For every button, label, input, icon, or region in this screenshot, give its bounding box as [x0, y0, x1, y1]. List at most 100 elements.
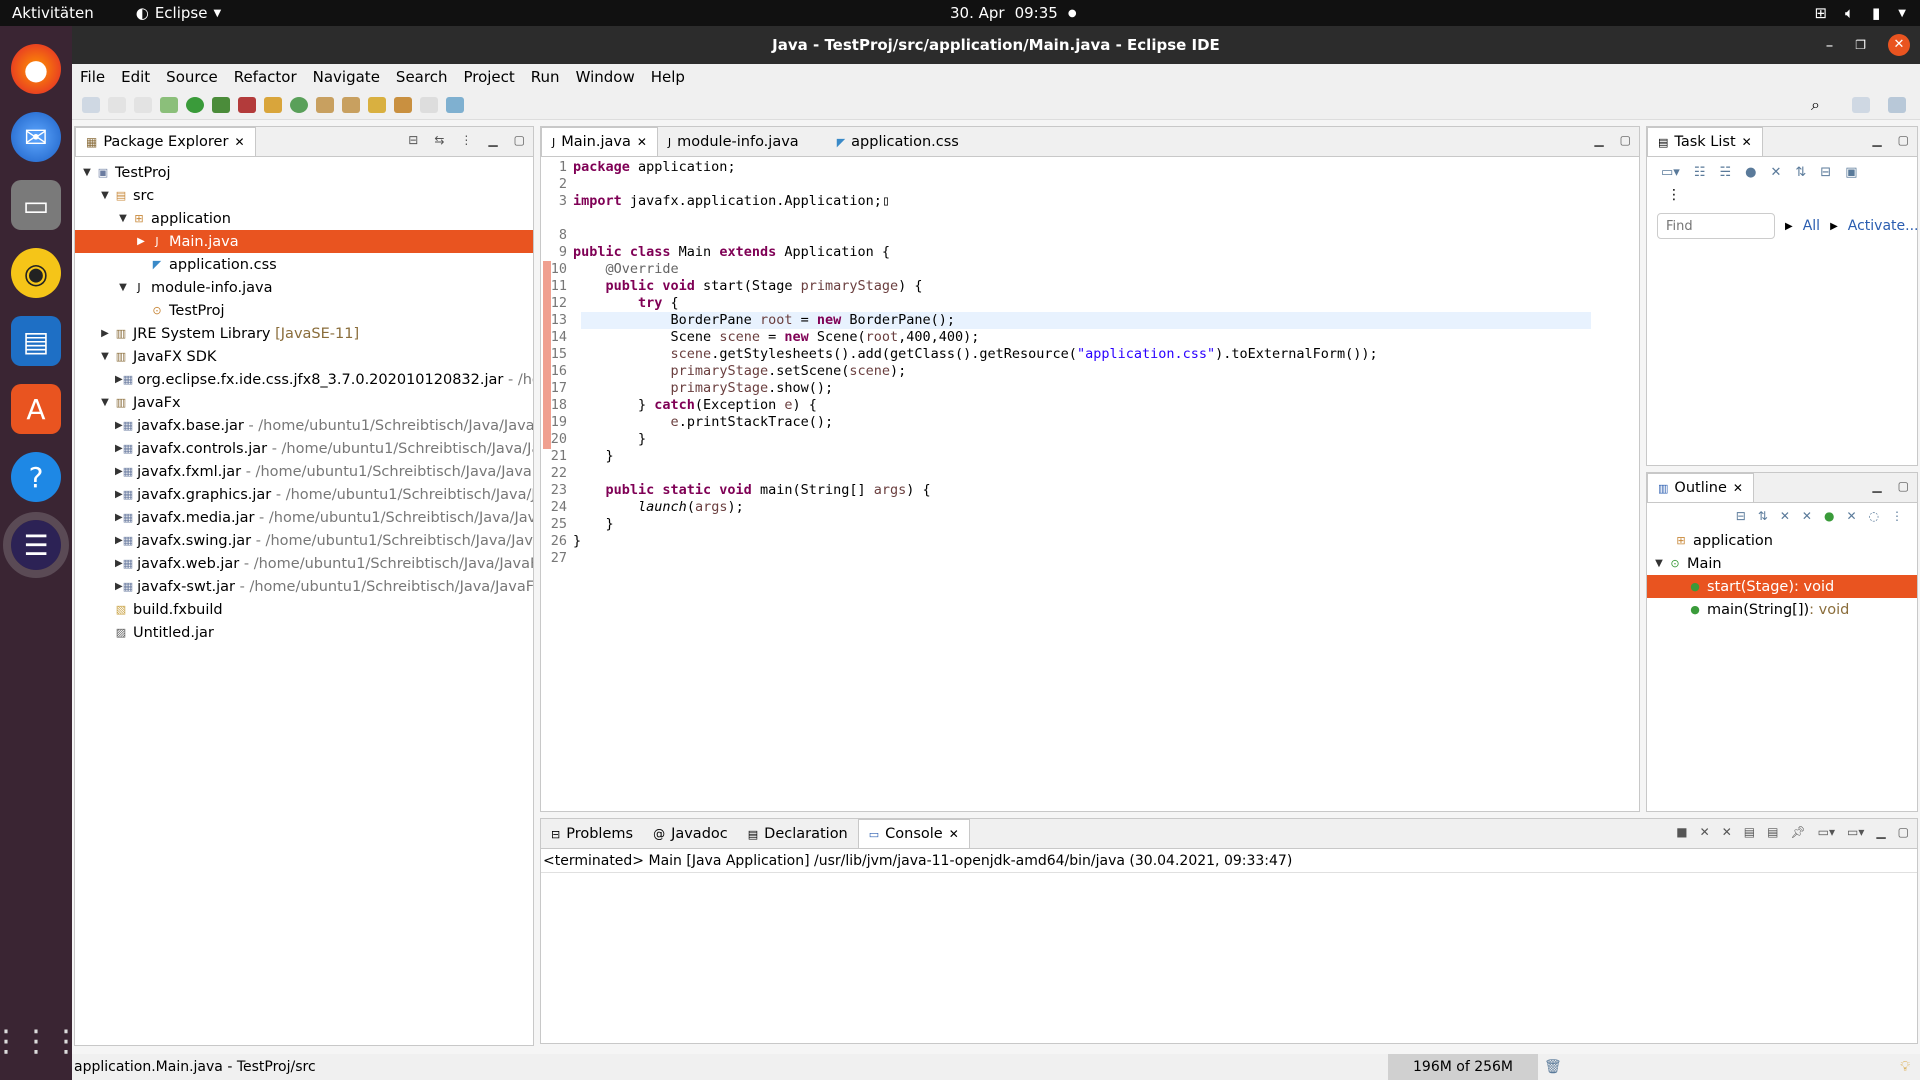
close-tab-icon[interactable]: ✕: [234, 135, 244, 149]
expand-icon[interactable]: ▶: [115, 535, 123, 546]
hide-static-icon[interactable]: ✕: [1802, 509, 1812, 523]
menu-file[interactable]: File: [72, 68, 113, 86]
tree-item[interactable]: ▶ ▥ JRE System Library [JavaSE-11]: [75, 322, 533, 345]
tree-item[interactable]: ▶ ▦ javafx.web.jar - /home/ubuntu1/Schreib…: [75, 552, 533, 575]
maximize-view-icon[interactable]: ▢: [1898, 133, 1909, 147]
tree-item[interactable]: ● main(String[]) : void: [1647, 598, 1917, 621]
tab-main-java[interactable]: J Main.java ✕: [541, 127, 658, 156]
tree-item[interactable]: ▶ ▦ org.eclipse.fx.ide.css.jfx8_3.7.0.2020…: [75, 368, 533, 391]
console-output[interactable]: [541, 873, 1917, 1033]
tree-item[interactable]: ▶ ▦ javafx.fxml.jar - /home/ubuntu1/Schrei…: [75, 460, 533, 483]
tree-item[interactable]: ▶ J Main.java: [75, 230, 533, 253]
scheduled-icon[interactable]: ☵: [1719, 165, 1731, 180]
menu-refactor[interactable]: Refactor: [226, 68, 305, 86]
new-task-icon[interactable]: ▭▾: [1661, 165, 1680, 180]
expand-icon[interactable]: ▶: [115, 466, 123, 477]
collapse-all-icon[interactable]: ⊟: [408, 133, 418, 147]
tab-task-list[interactable]: ▤ Task List ✕: [1647, 127, 1763, 156]
tree-item[interactable]: ▼ ⊙ Main: [1647, 552, 1917, 575]
tab-module-info[interactable]: Jmodule-info.java: [658, 128, 809, 156]
menu-run[interactable]: Run: [523, 68, 568, 86]
run-icon[interactable]: [186, 96, 204, 113]
app-menu[interactable]: ◐ Eclipse ▼: [136, 4, 221, 22]
show-apps-icon[interactable]: ⋮⋮⋮: [0, 1016, 81, 1066]
back-icon[interactable]: [394, 96, 412, 113]
expand-icon[interactable]: ▶: [115, 443, 123, 454]
maximize-view-icon[interactable]: ▢: [1898, 825, 1909, 839]
expand-icon[interactable]: ▶: [115, 558, 123, 569]
hide-local-types-icon[interactable]: ✕: [1846, 509, 1856, 523]
word-wrap-icon[interactable]: ▤: [1767, 825, 1778, 839]
minimize-view-icon[interactable]: ▁: [1872, 479, 1881, 493]
clock[interactable]: 30. Apr 09:35 ●: [950, 4, 1077, 22]
expand-icon[interactable]: ▶: [115, 374, 123, 385]
menu-edit[interactable]: Edit: [113, 68, 158, 86]
tree-item[interactable]: ⊙ TestProj: [75, 299, 533, 322]
sort-icon[interactable]: ⇅: [1758, 509, 1768, 523]
tree-item[interactable]: ▶ ▦ javafx.media.jar - /home/ubuntu1/Schre…: [75, 506, 533, 529]
hide-completed-icon[interactable]: ✕: [1770, 165, 1781, 180]
heap-status[interactable]: 196M of 256M: [1388, 1054, 1538, 1080]
code-area[interactable]: 1 package application; 2 3 import javafx.a…: [541, 157, 1639, 807]
expand-icon[interactable]: ▶: [97, 328, 113, 339]
expand-icon[interactable]: ▶: [115, 489, 123, 500]
minimize-view-icon[interactable]: ▁: [1872, 133, 1881, 147]
tab-problems[interactable]: ⊟ Problems: [541, 820, 643, 848]
new-package-icon[interactable]: [264, 96, 282, 113]
pin-editor-icon[interactable]: [446, 96, 464, 113]
repository-icon[interactable]: ▣: [1845, 165, 1857, 180]
collapse-all-icon[interactable]: ⊟: [1736, 509, 1746, 523]
hide-fields-icon[interactable]: ✕: [1780, 509, 1790, 523]
expand-icon[interactable]: ▼: [97, 351, 113, 362]
tree-item[interactable]: ▶ ▦ javafx-swt.jar - /home/ubuntu1/Schreib…: [75, 575, 533, 598]
lightbulb-icon[interactable]: 💡︎: [1900, 1059, 1910, 1075]
eclipse-icon[interactable]: ☰: [3, 512, 69, 578]
tree-item[interactable]: ▶ ▦ javafx.graphics.jar - /home/ubuntu1/Sc…: [75, 483, 533, 506]
maximize-view-icon[interactable]: ▢: [514, 133, 525, 147]
menu-help[interactable]: Help: [643, 68, 693, 86]
categorize-icon[interactable]: ☷: [1694, 165, 1706, 180]
maximize-view-icon[interactable]: ▢: [1620, 133, 1631, 147]
tab-application-css[interactable]: ◤ application.css: [827, 128, 969, 156]
external-tools-icon[interactable]: [238, 96, 256, 113]
expand-icon[interactable]: ▼: [97, 190, 113, 201]
expand-icon[interactable]: ▼: [79, 167, 95, 178]
system-tray[interactable]: ⊞ 🔈︎ ▮ ▼: [1814, 4, 1906, 22]
open-task-icon[interactable]: [342, 96, 360, 113]
save-icon[interactable]: [108, 96, 126, 113]
tab-outline[interactable]: ▥ Outline ✕: [1647, 473, 1754, 502]
coverage-icon[interactable]: [212, 96, 230, 113]
expand-icon[interactable]: ▼: [115, 282, 131, 293]
tab-console[interactable]: ▭ Console ✕: [857, 819, 970, 848]
view-menu-icon[interactable]: ⋮: [1891, 509, 1903, 523]
focus-active-icon[interactable]: ◌: [1869, 509, 1879, 523]
tree-item[interactable]: ▼ ▣ TestProj: [75, 161, 533, 184]
tab-declaration[interactable]: ▤ Declaration: [738, 820, 858, 848]
java-perspective-icon[interactable]: [1888, 96, 1906, 113]
writer-icon[interactable]: ▤: [11, 316, 61, 366]
minimize-view-icon[interactable]: ▁: [1876, 825, 1885, 839]
rhythmbox-icon[interactable]: ◉: [11, 248, 61, 298]
menu-search[interactable]: Search: [388, 68, 456, 86]
tab-package-explorer[interactable]: ▦ Package Explorer ✕: [75, 127, 256, 156]
tree-item[interactable]: ▧ build.fxbuild: [75, 598, 533, 621]
expand-icon[interactable]: ▶: [133, 236, 149, 247]
terminate-icon[interactable]: ■: [1676, 825, 1687, 839]
menu-window[interactable]: Window: [568, 68, 643, 86]
software-center-icon[interactable]: A: [11, 384, 61, 434]
expand-icon[interactable]: ▼: [97, 397, 113, 408]
open-type-icon[interactable]: [316, 96, 334, 113]
tree-item[interactable]: ▨ Untitled.jar: [75, 621, 533, 644]
activate-link[interactable]: Activate...: [1848, 218, 1919, 234]
activities-button[interactable]: Aktivitäten: [12, 4, 94, 22]
expand-icon[interactable]: ▶: [115, 512, 123, 523]
tree-item[interactable]: ▼ ⊞ application: [75, 207, 533, 230]
expand-icon[interactable]: ▼: [115, 213, 131, 224]
scroll-lock-icon[interactable]: ▤: [1744, 825, 1755, 839]
files-icon[interactable]: ▭: [11, 180, 61, 230]
firefox-icon[interactable]: ●: [11, 44, 61, 94]
expand-icon[interactable]: ▶: [115, 420, 123, 431]
all-link[interactable]: All: [1803, 218, 1820, 234]
close-tab-icon[interactable]: ✕: [949, 827, 959, 841]
tree-item[interactable]: ▼ Jmodule-info.java: [75, 276, 533, 299]
